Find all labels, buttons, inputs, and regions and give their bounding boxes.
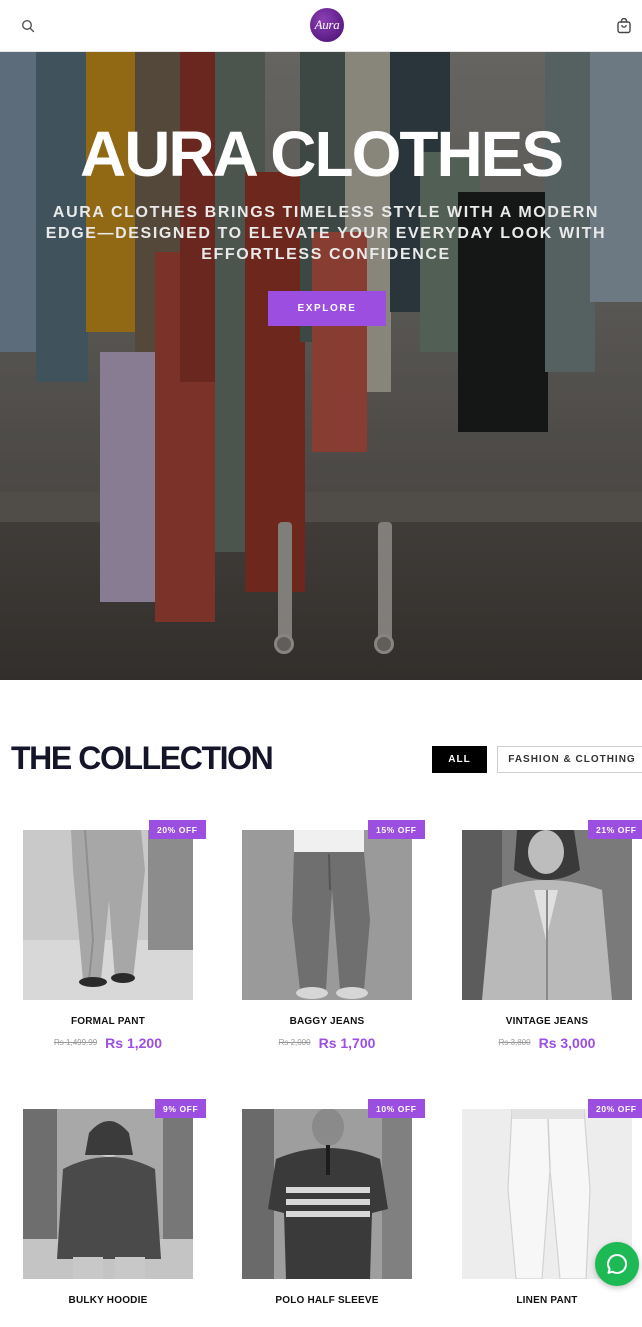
formal-pant-photo	[23, 830, 193, 1000]
explore-button[interactable]: EXPLORE	[268, 291, 386, 326]
discount-badge: 10% OFF	[368, 1099, 425, 1118]
product-card[interactable]: 20% OFF FORMAL PANT Rs 1,499.99 Rs 1,200	[23, 820, 213, 1060]
product-card[interactable]: 15% OFF BAGGY JEANS Rs 2,000 Rs 1,700	[242, 820, 432, 1060]
brand-logo[interactable]: Aura	[310, 8, 344, 42]
filter-tab-fashion-clothing[interactable]: FASHION & CLOTHING	[497, 746, 642, 773]
product-name[interactable]: BULKY HOODIE	[23, 1295, 193, 1306]
product-name[interactable]: LINEN PANT	[462, 1295, 632, 1306]
product-prices: Rs 1,499.99 Rs 1,200	[23, 1034, 193, 1052]
product-image[interactable]	[23, 830, 193, 1000]
product-image[interactable]	[242, 1109, 412, 1279]
sale-price: Rs 3,000	[538, 1034, 596, 1051]
hero-title: AURA CLOTHES	[79, 118, 564, 190]
shopping-bag-icon	[617, 18, 631, 34]
original-price: Rs 3,800	[498, 1038, 531, 1048]
hero-subtitle: AURA CLOTHES BRINGS TIMELESS STYLE WITH …	[45, 204, 607, 263]
product-card[interactable]: 9% OFF BULKY HOODIE	[23, 1099, 213, 1327]
product-card[interactable]: 21% OFF VINTAGE JEANS Rs 3,800 Rs 3,000	[462, 820, 642, 1060]
product-image[interactable]	[23, 1109, 193, 1279]
vintage-jeans-photo	[462, 830, 632, 1000]
sale-price: Rs 1,200	[105, 1034, 162, 1051]
cart-button[interactable]	[610, 12, 638, 40]
filter-tab-all[interactable]: ALL	[432, 746, 487, 773]
original-price: Rs 1,499.99	[54, 1038, 98, 1048]
whatsapp-chat-icon	[607, 1253, 628, 1274]
product-name[interactable]: VINTAGE JEANS	[462, 1016, 632, 1027]
discount-badge: 15% OFF	[368, 820, 425, 839]
sale-price: Rs 1,700	[318, 1034, 376, 1051]
product-name[interactable]: FORMAL PANT	[23, 1016, 193, 1027]
discount-badge: 20% OFF	[588, 1099, 642, 1118]
product-prices: Rs 3,800 Rs 3,000	[462, 1034, 632, 1052]
discount-badge: 21% OFF	[588, 820, 642, 839]
site-header: Aura	[0, 0, 642, 52]
product-card[interactable]: 10% OFF POLO HALF SLEEVE	[242, 1099, 432, 1327]
product-image[interactable]	[462, 830, 632, 1000]
product-card[interactable]: 20% OFF LINEN PANT	[462, 1099, 642, 1327]
product-image[interactable]	[242, 830, 412, 1000]
search-button[interactable]	[14, 12, 42, 40]
search-icon	[21, 19, 35, 33]
polo-half-sleeve-photo	[242, 1109, 412, 1279]
baggy-jeans-photo	[242, 830, 412, 1000]
discount-badge: 20% OFF	[149, 820, 206, 839]
collection-title: THE COLLECTION	[11, 740, 274, 776]
discount-badge: 9% OFF	[155, 1099, 207, 1118]
product-prices: Rs 2,000 Rs 1,700	[242, 1034, 412, 1052]
hero-banner: AURA CLOTHES AURA CLOTHES BRINGS TIMELES…	[0, 52, 642, 680]
whatsapp-chat-button[interactable]	[595, 1242, 639, 1286]
original-price: Rs 2,000	[278, 1038, 311, 1048]
product-name[interactable]: BAGGY JEANS	[242, 1016, 412, 1027]
product-name[interactable]: POLO HALF SLEEVE	[242, 1295, 412, 1306]
bulky-hoodie-photo	[23, 1109, 193, 1279]
logo-text: Aura	[314, 17, 340, 32]
